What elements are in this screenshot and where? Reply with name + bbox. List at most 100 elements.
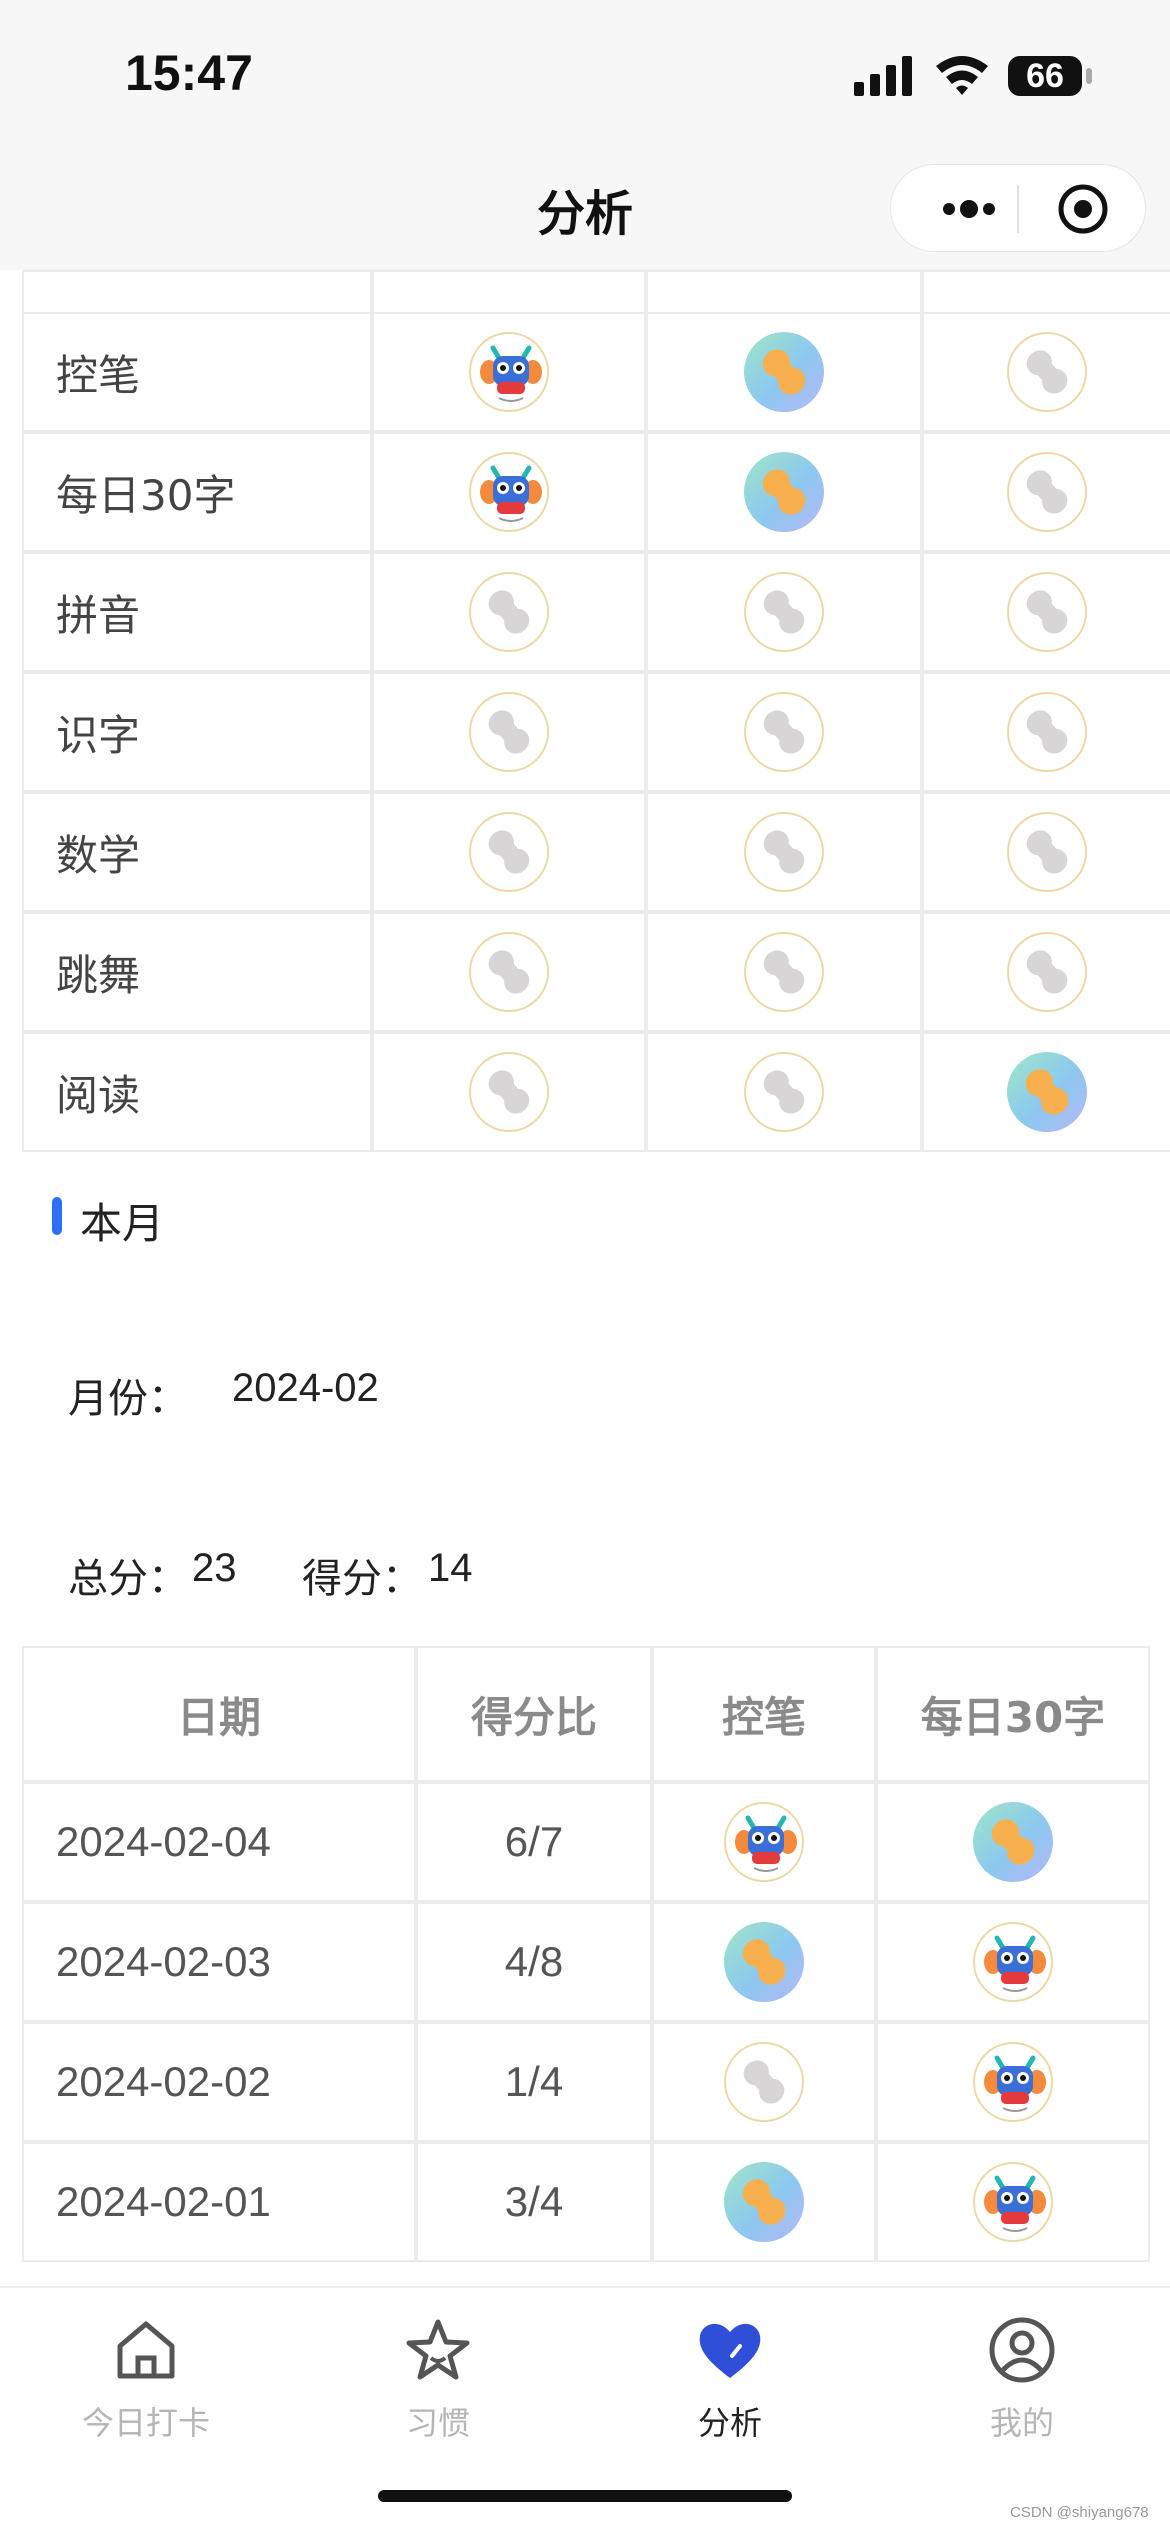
tab-label: 今日打卡 (81, 2404, 210, 2442)
star-icon (406, 2319, 470, 2380)
peanut-icon (1026, 350, 1068, 394)
date-cell: 2024-02-03 (22, 1902, 416, 2022)
habit-badge-cell (372, 1032, 646, 1152)
total-score-value: 23 (192, 1546, 237, 1590)
close-miniprogram-icon[interactable] (1057, 183, 1109, 235)
habit-badge-cell (372, 312, 646, 432)
dragon-badge (724, 1802, 804, 1882)
habit-badge-cell (372, 552, 646, 672)
peanut-empty-badge (1007, 332, 1087, 412)
habit-badge-cell (372, 432, 646, 552)
tab-analysis[interactable]: 分析 (584, 2308, 876, 2442)
peanut-empty-badge (1007, 572, 1087, 652)
peanut-earned-badge (744, 452, 824, 532)
peanut-earned-badge (973, 1802, 1053, 1882)
home-icon (117, 2321, 175, 2379)
dragon-icon (984, 2175, 1046, 2232)
peanut-icon (763, 1070, 805, 1114)
peanut-icon (1026, 950, 1068, 994)
peanut-empty-badge (744, 932, 824, 1012)
dragon-badge (973, 1922, 1053, 2002)
table-header-cell (922, 270, 1170, 314)
column-header: 得分比 (416, 1646, 652, 1782)
score-ratio-cell: 6/7 (416, 1782, 652, 1902)
peanut-icon (742, 1939, 786, 1985)
score-ratio-cell: 1/4 (416, 2022, 652, 2142)
peanut-icon (1026, 590, 1068, 634)
date-cell: 2024-02-01 (22, 2142, 416, 2262)
heart-icon (699, 2323, 761, 2378)
total-score-label: 总分： (68, 1556, 188, 1602)
peanut-icon (763, 590, 805, 634)
tab-today-checkin[interactable]: 今日打卡 (0, 2308, 292, 2442)
peanut-empty-badge (1007, 452, 1087, 532)
habit-badge-cell (922, 1032, 1170, 1152)
peanut-empty-badge (469, 932, 549, 1012)
habit-badge-cell (652, 1902, 876, 2022)
habit-badge-cell (646, 432, 922, 552)
habit-badge-cell (922, 552, 1170, 672)
habit-badge-cell (652, 2142, 876, 2262)
habit-name-cell: 拼音 (22, 552, 372, 672)
month-value[interactable]: 2024-02 (232, 1366, 379, 1411)
peanut-icon (762, 469, 806, 515)
peanut-icon (991, 1819, 1035, 1865)
habit-name-cell: 控笔 (22, 312, 372, 432)
tab-label: 习惯 (405, 2404, 470, 2442)
peanut-empty-badge (744, 572, 824, 652)
cellular-signal-icon (854, 56, 912, 96)
peanut-empty-badge (1007, 932, 1087, 1012)
peanut-icon (763, 950, 805, 994)
peanut-icon (488, 590, 530, 634)
habit-name-cell: 识字 (22, 672, 372, 792)
habit-badge-cell (922, 312, 1170, 432)
habit-badge-cell (372, 672, 646, 792)
status-bar: 15:47 66 (0, 0, 1170, 150)
habit-badge-cell (922, 672, 1170, 792)
dragon-icon (480, 345, 542, 402)
peanut-earned-badge (724, 1922, 804, 2002)
peanut-icon (762, 349, 806, 395)
tab-label: 我的 (989, 2404, 1054, 2442)
dragon-icon (984, 2055, 1046, 2112)
section-title: 本月 (80, 1199, 165, 1248)
table-header-cell (372, 270, 646, 314)
habit-name-cell: 数学 (22, 792, 372, 912)
peanut-icon (742, 2179, 786, 2225)
peanut-empty-badge (1007, 692, 1087, 772)
peanut-empty-badge (744, 812, 824, 892)
peanut-empty-badge (469, 692, 549, 772)
home-indicator (378, 2490, 792, 2502)
peanut-icon (1026, 470, 1068, 514)
tab-mine[interactable]: 我的 (876, 2308, 1168, 2442)
habit-badge-cell (922, 912, 1170, 1032)
habit-badge-cell (646, 312, 922, 432)
habit-badge-cell (922, 432, 1170, 552)
watermark: CSDN @shiyang678 (1010, 2504, 1149, 2521)
peanut-icon (1026, 830, 1068, 874)
peanut-earned-badge (724, 2162, 804, 2242)
dragon-badge (469, 332, 549, 412)
habit-badge-cell (652, 2022, 876, 2142)
habit-badge-cell (372, 792, 646, 912)
battery-icon: 66 (1008, 56, 1082, 96)
habit-badge-cell (922, 792, 1170, 912)
tab-habits[interactable]: 习惯 (292, 2308, 584, 2442)
habit-badge-cell (876, 2022, 1150, 2142)
tab-label: 分析 (697, 2404, 762, 2442)
column-header: 每日30字 (876, 1646, 1150, 1782)
habit-badge-cell (652, 1782, 876, 1902)
habit-badge-cell (646, 912, 922, 1032)
more-icon[interactable] (941, 197, 997, 221)
nav-bar: 分析 (0, 150, 1170, 270)
column-header: 日期 (22, 1646, 416, 1782)
habit-badge-cell (876, 1782, 1150, 1902)
dragon-icon (984, 1935, 1046, 1992)
wifi-icon (936, 56, 988, 95)
habit-badge-cell (646, 792, 922, 912)
peanut-empty-badge (724, 2042, 804, 2122)
peanut-empty-badge (744, 692, 824, 772)
peanut-icon (763, 710, 805, 754)
peanut-icon (488, 710, 530, 754)
habit-badge-cell (372, 912, 646, 1032)
